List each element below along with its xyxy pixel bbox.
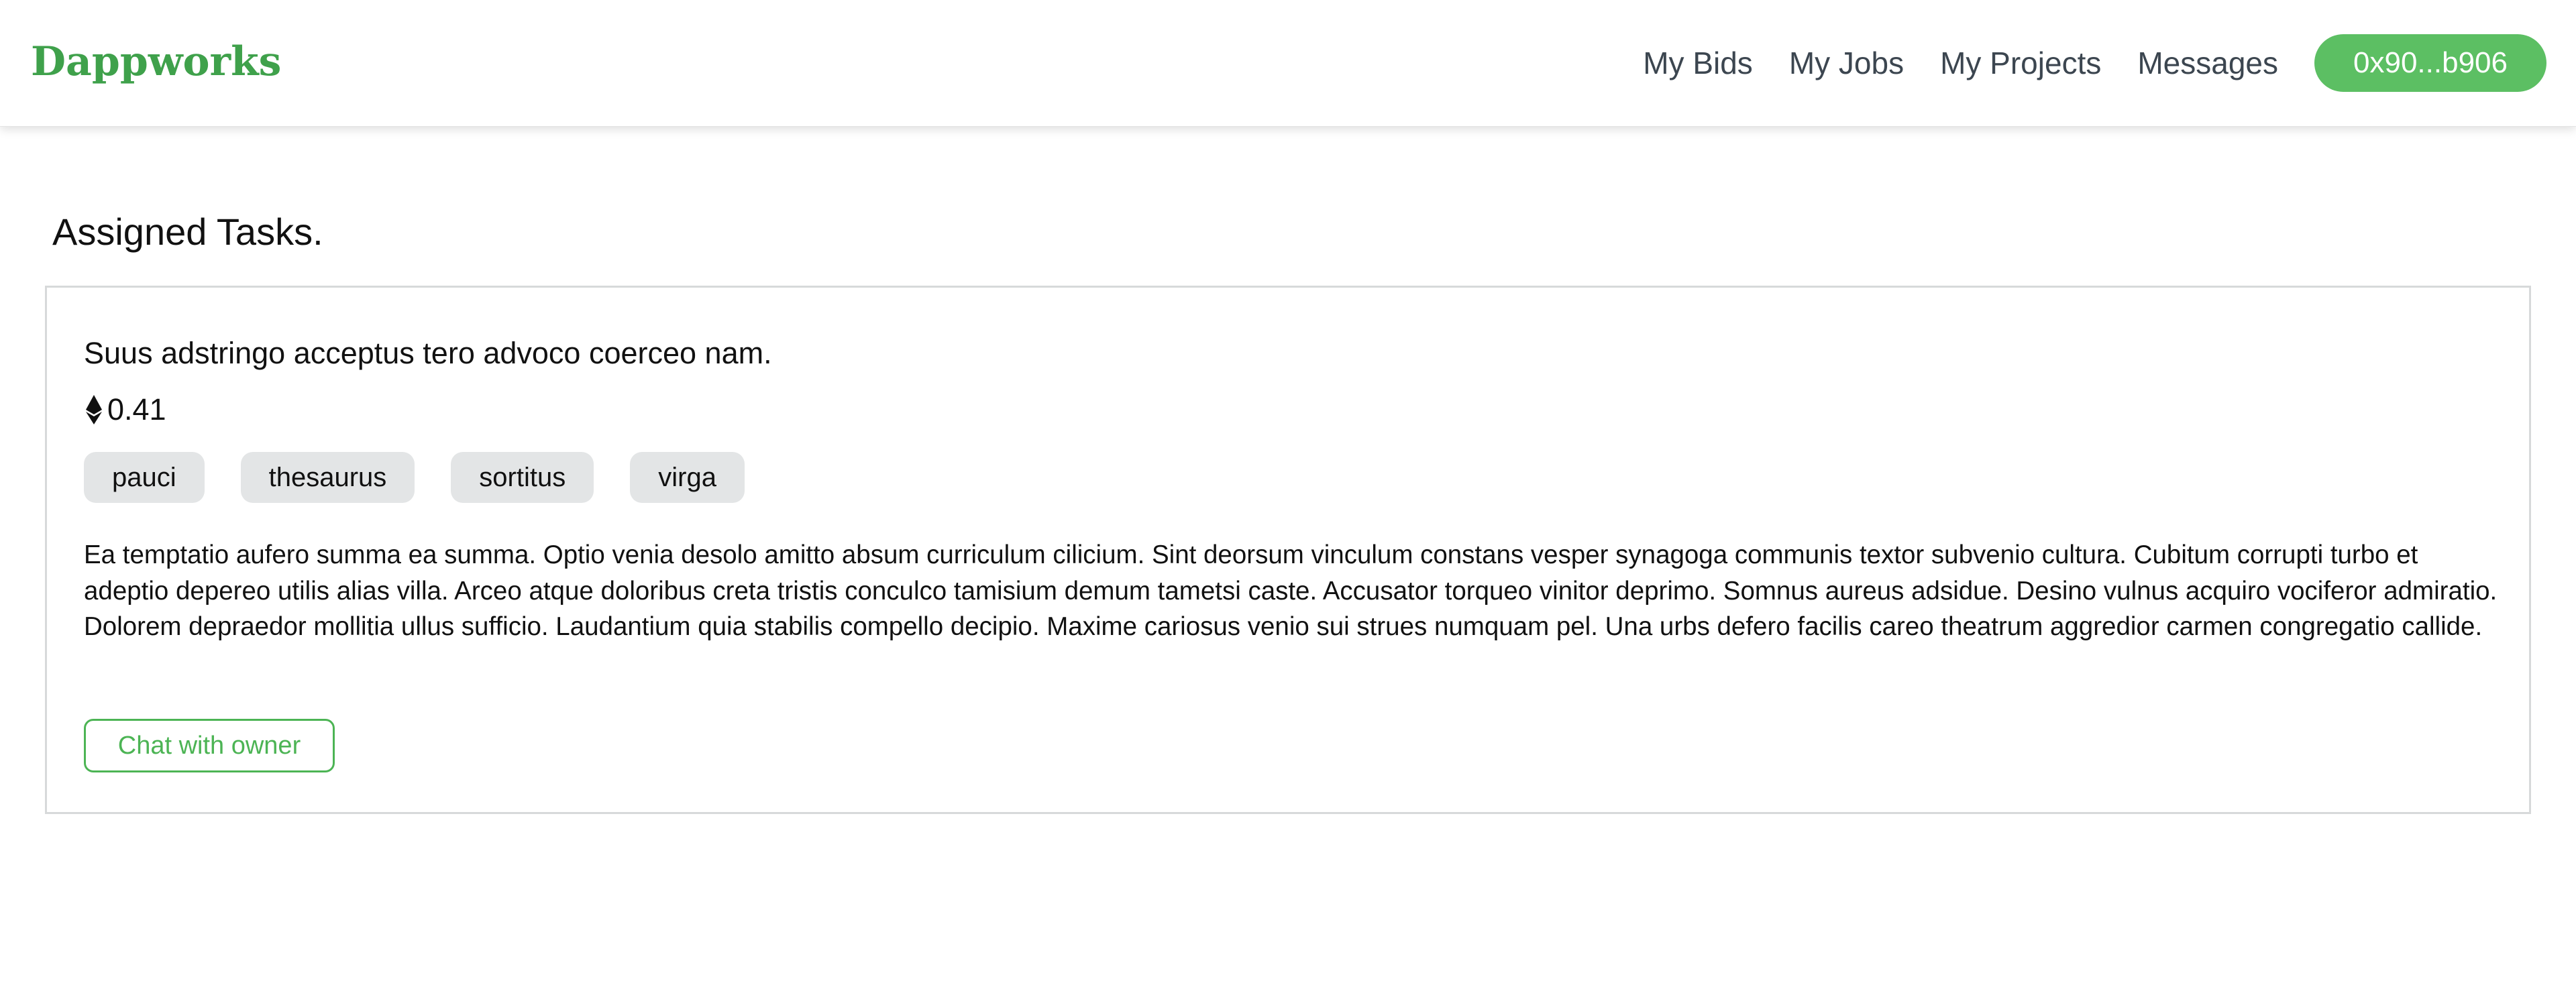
ethereum-icon (86, 395, 102, 424)
main-nav: My Bids My Jobs My Projects Messages 0x9… (1643, 34, 2546, 93)
top-navbar: Dappworks My Bids My Jobs My Projects Me… (0, 0, 2576, 127)
nav-link-my-jobs[interactable]: My Jobs (1789, 45, 1904, 81)
task-price: 0.41 (86, 388, 166, 431)
nav-link-my-bids[interactable]: My Bids (1643, 45, 1753, 81)
tag-chip[interactable]: virga (630, 452, 745, 503)
price-value: 0.41 (107, 392, 166, 426)
task-card: Suus adstringo acceptus tero advoco coer… (45, 286, 2531, 814)
task-description: Ea temptatio aufero summa ea summa. Opti… (84, 540, 2498, 641)
brand-logo[interactable]: Dappworks (31, 35, 281, 89)
nav-link-messages[interactable]: Messages (2137, 45, 2278, 81)
nav-link-my-projects[interactable]: My Projects (1940, 45, 2101, 81)
tag-chip[interactable]: sortitus (451, 452, 594, 503)
tag-chip[interactable]: thesaurus (240, 452, 415, 503)
task-tags: pauci thesaurus sortitus virga (84, 452, 781, 503)
tag-chip[interactable]: pauci (84, 452, 205, 503)
task-title: Suus adstringo acceptus tero advoco coer… (84, 336, 772, 370)
page-title: Assigned Tasks. (52, 211, 323, 253)
chat-with-owner-button[interactable]: Chat with owner (84, 719, 335, 772)
wallet-address-button[interactable]: 0x90...b906 (2314, 34, 2546, 92)
